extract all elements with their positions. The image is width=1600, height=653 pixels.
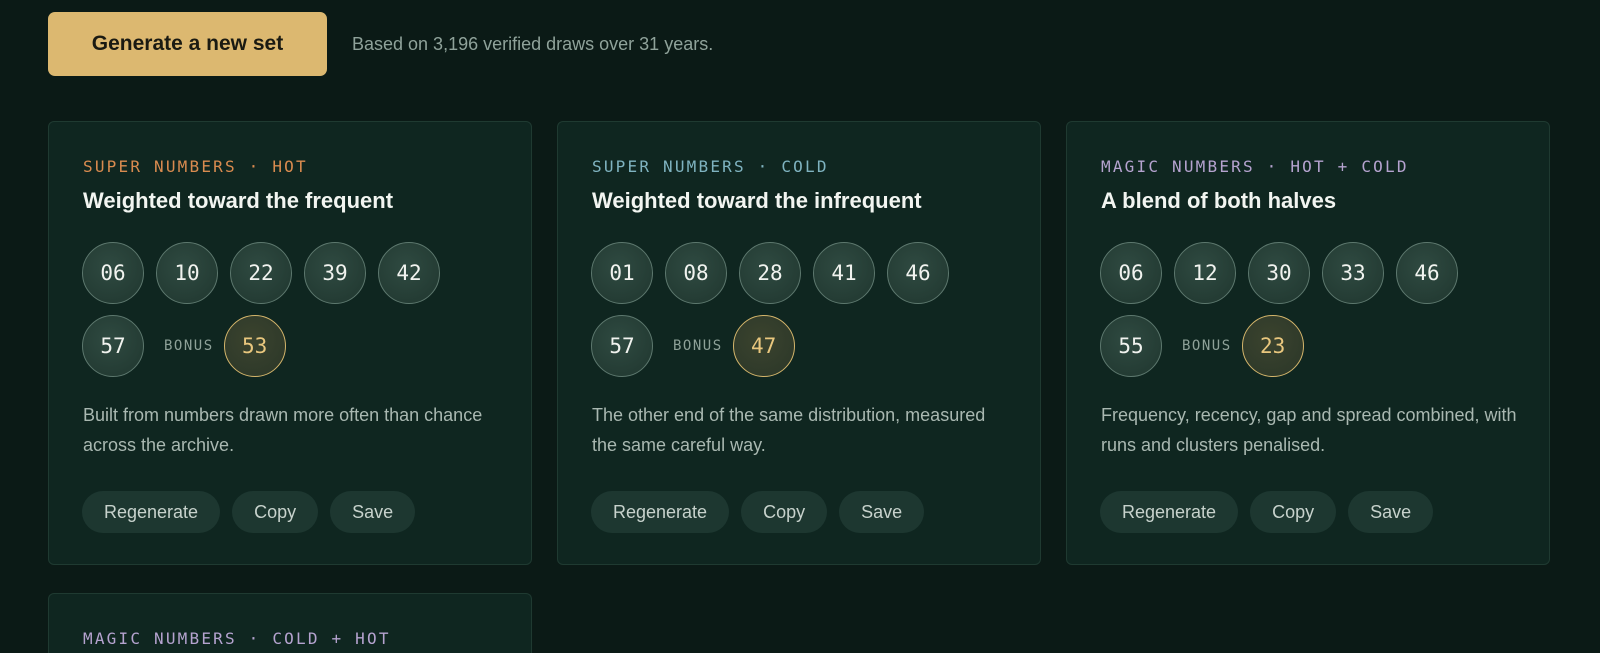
number-row: 57 BONUS 47 xyxy=(591,315,807,377)
card-eyebrow: MAGIC NUMBERS · COLD + HOT xyxy=(83,629,391,648)
card-title: A blend of both halves xyxy=(1101,188,1337,213)
number-ball: 33 xyxy=(1322,242,1384,304)
copy-button[interactable]: Copy xyxy=(741,491,828,533)
draws-note: Based on 3,196 verified draws over 31 ye… xyxy=(352,33,714,54)
number-row: 55 BONUS 23 xyxy=(1100,315,1316,377)
card-description: The other end of the same distribution, … xyxy=(592,405,986,455)
generate-new-set-button[interactable]: Generate a new set xyxy=(48,12,327,76)
card-actions: Regenerate Copy Save xyxy=(591,491,936,533)
bonus-label: BONUS xyxy=(673,338,723,354)
number-ball: 55 xyxy=(1100,315,1162,377)
card-eyebrow: MAGIC NUMBERS · HOT + COLD xyxy=(1101,157,1409,176)
number-row: 01 08 28 41 46 xyxy=(591,242,961,304)
number-ball: 41 xyxy=(813,242,875,304)
number-ball: 06 xyxy=(82,242,144,304)
save-button[interactable]: Save xyxy=(330,491,416,533)
save-button[interactable]: Save xyxy=(1348,491,1434,533)
number-ball: 06 xyxy=(1100,242,1162,304)
card-actions: Regenerate Copy Save xyxy=(1100,491,1445,533)
set-card-hot-cold: MAGIC NUMBERS · HOT + COLD A blend of bo… xyxy=(1066,121,1550,565)
number-ball: 57 xyxy=(591,315,653,377)
number-ball: 30 xyxy=(1248,242,1310,304)
number-ball: 46 xyxy=(887,242,949,304)
number-ball: 28 xyxy=(739,242,801,304)
number-ball: 22 xyxy=(230,242,292,304)
number-ball: 12 xyxy=(1174,242,1236,304)
copy-button[interactable]: Copy xyxy=(232,491,319,533)
number-ball: 01 xyxy=(591,242,653,304)
bonus-ball: 47 xyxy=(732,315,795,377)
generator-page: Generate a new set Based on 3,196 verifi… xyxy=(0,0,1600,653)
card-title: Weighted toward the infrequent xyxy=(592,188,922,213)
regenerate-button[interactable]: Regenerate xyxy=(82,491,221,533)
number-ball: 08 xyxy=(665,242,727,304)
bonus-label: BONUS xyxy=(1182,338,1232,354)
copy-button[interactable]: Copy xyxy=(1250,491,1337,533)
regenerate-button[interactable]: Regenerate xyxy=(591,491,730,533)
regenerate-button[interactable]: Regenerate xyxy=(1100,491,1239,533)
set-card-hot: SUPER NUMBERS · HOT Weighted toward the … xyxy=(48,121,532,565)
number-row: 57 BONUS 53 xyxy=(82,315,298,377)
card-description: Frequency, recency, gap and spread combi… xyxy=(1101,405,1517,455)
number-row: 06 10 22 39 42 xyxy=(82,242,452,304)
number-row: 06 12 30 33 46 xyxy=(1100,242,1470,304)
card-eyebrow: SUPER NUMBERS · HOT xyxy=(83,157,308,176)
number-ball: 10 xyxy=(156,242,218,304)
number-ball: 46 xyxy=(1396,242,1458,304)
number-ball: 57 xyxy=(82,315,144,377)
bonus-label: BONUS xyxy=(164,338,214,354)
number-ball: 42 xyxy=(378,242,440,304)
save-button[interactable]: Save xyxy=(839,491,925,533)
toolbar: Generate a new set Based on 3,196 verifi… xyxy=(48,12,713,76)
bonus-ball: 23 xyxy=(1241,315,1304,377)
set-card-cold: SUPER NUMBERS · COLD Weighted toward the… xyxy=(557,121,1041,565)
set-card-cold-hot: MAGIC NUMBERS · COLD + HOT xyxy=(48,593,532,653)
number-ball: 39 xyxy=(304,242,366,304)
card-actions: Regenerate Copy Save xyxy=(82,491,427,533)
card-description: Built from numbers drawn more often than… xyxy=(83,405,483,455)
card-eyebrow: SUPER NUMBERS · COLD xyxy=(592,157,829,176)
card-title: Weighted toward the frequent xyxy=(83,188,394,213)
bonus-ball: 53 xyxy=(223,315,286,377)
